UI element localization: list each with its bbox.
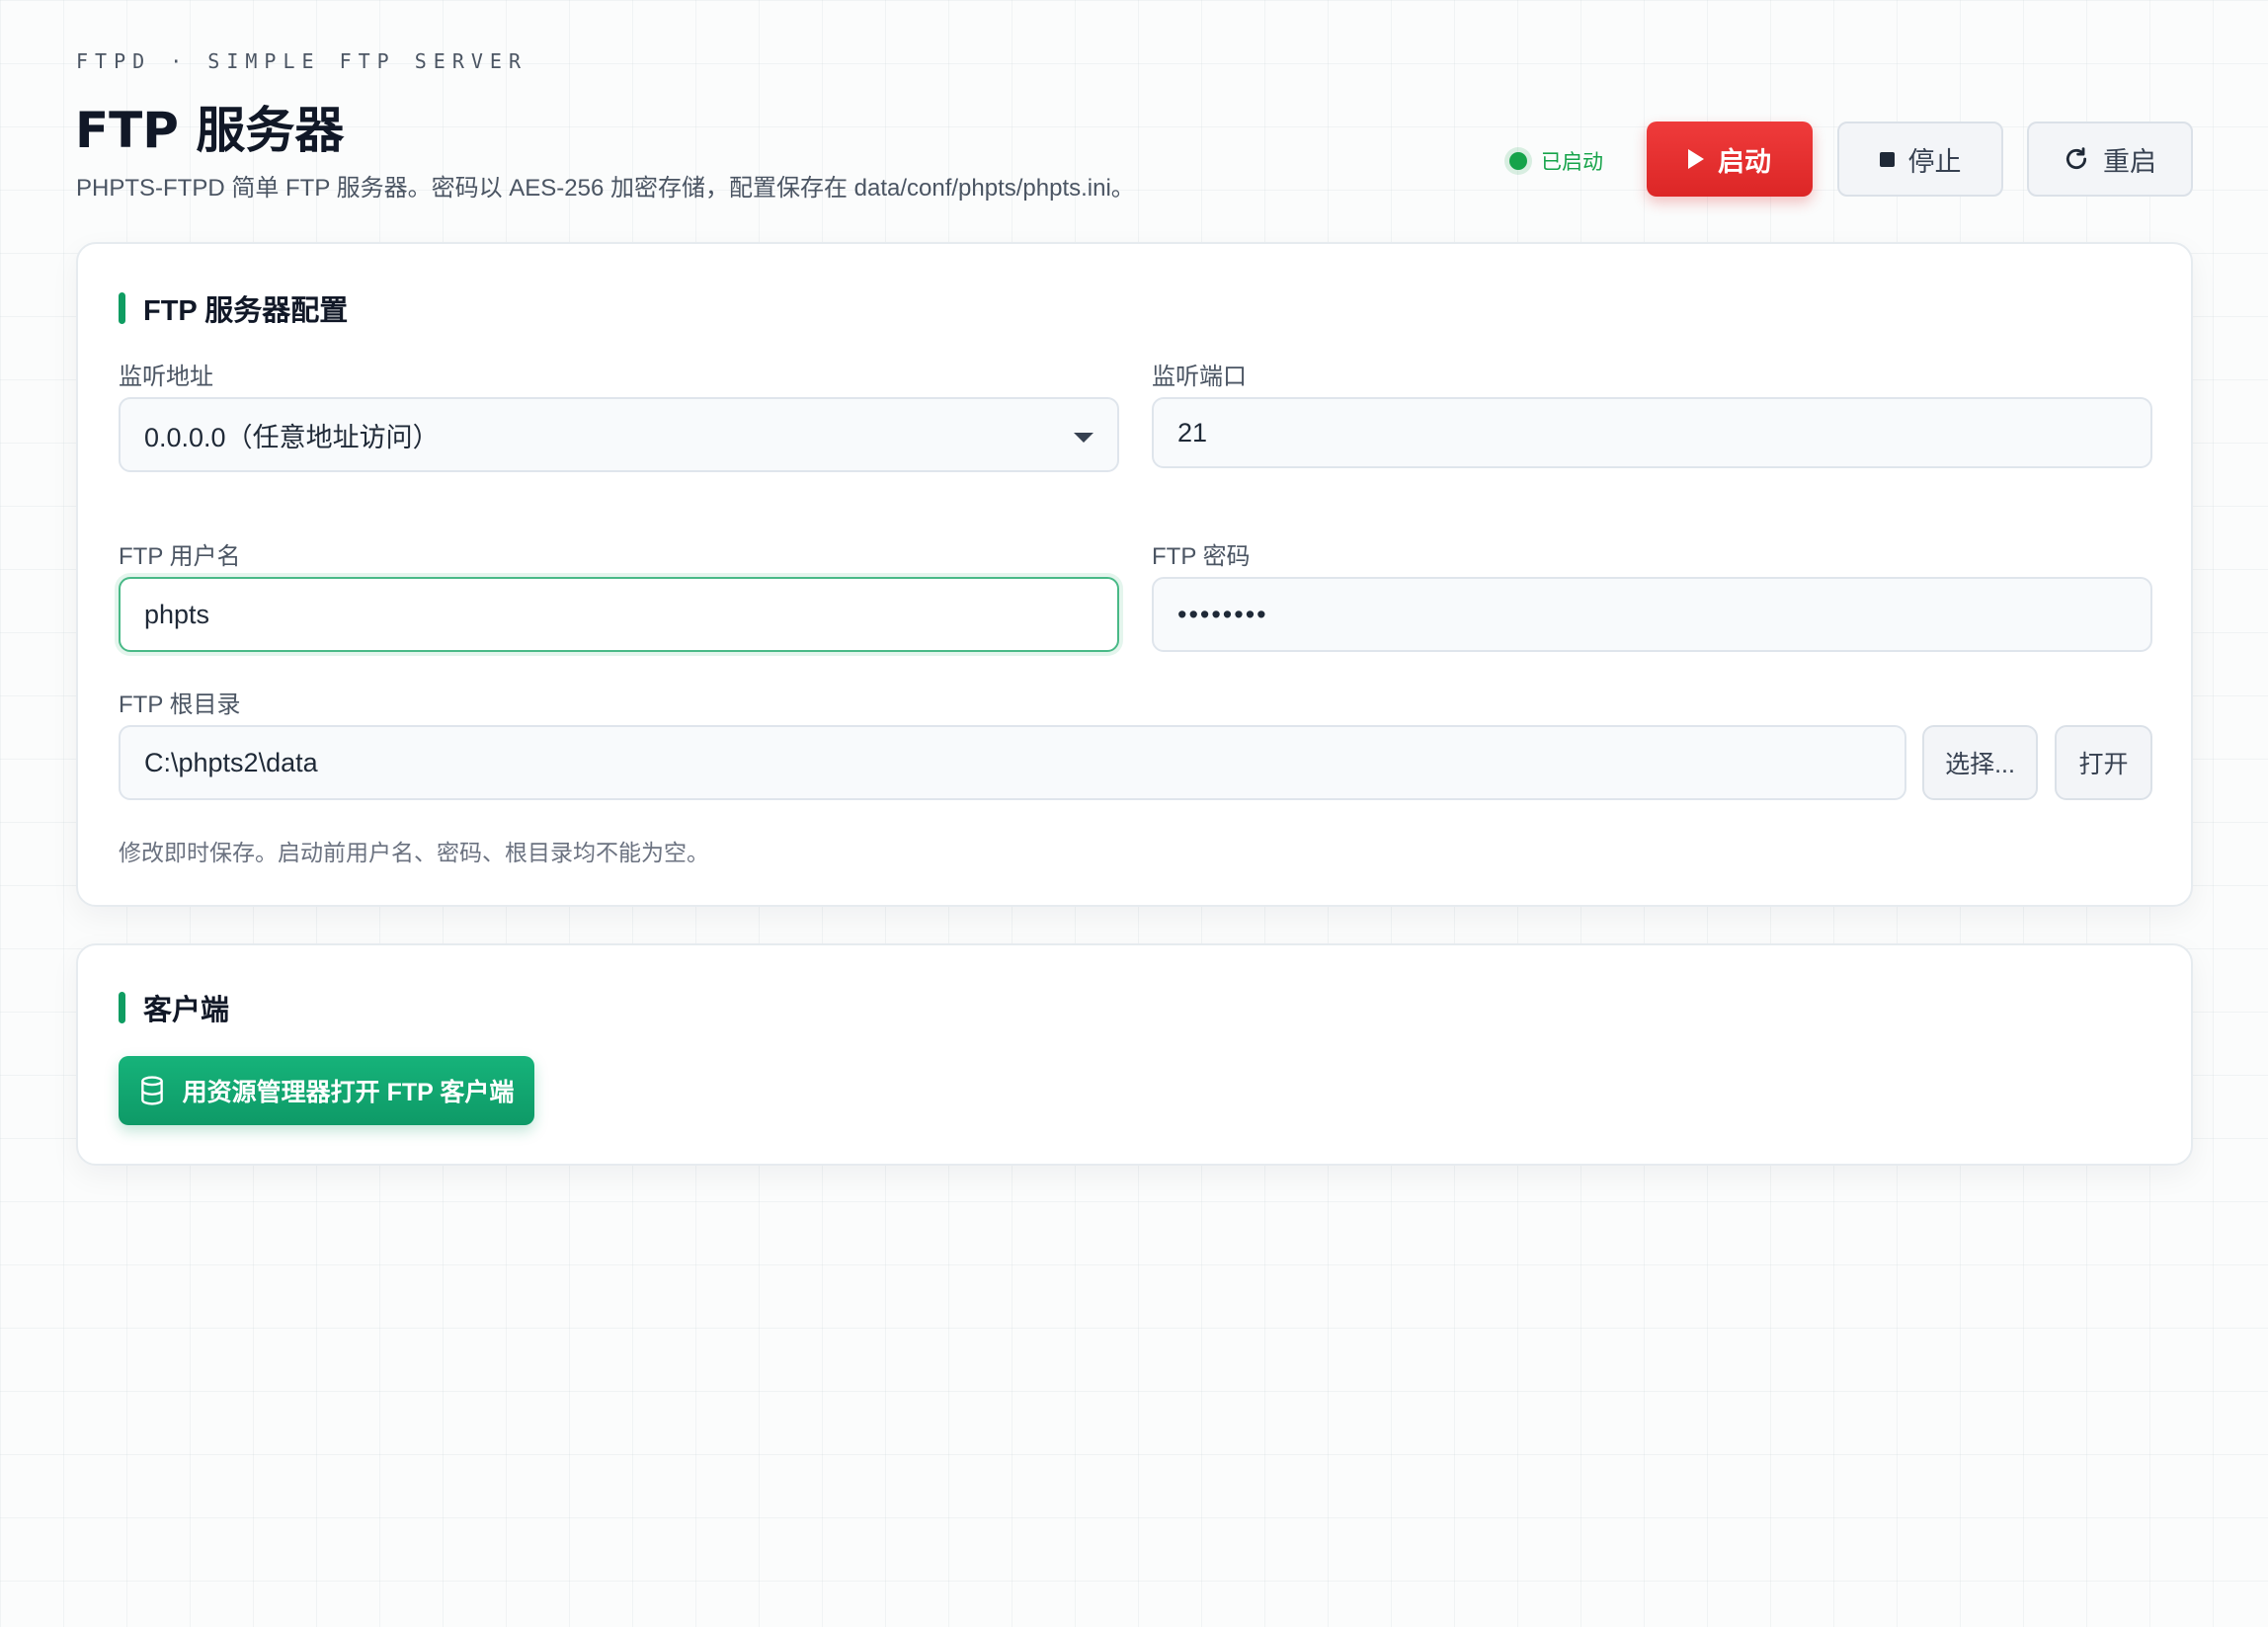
- root-dir-input[interactable]: C:\phpts2\data: [119, 725, 1906, 800]
- page-title: FTP 服务器: [75, 102, 345, 159]
- username-label: FTP 用户名: [119, 543, 241, 570]
- username-input[interactable]: phpts: [119, 577, 1119, 652]
- listen-port-input[interactable]: 21: [1152, 397, 2152, 468]
- listen-address-label: 监听地址: [119, 364, 213, 390]
- config-card-title-text: FTP 服务器配置: [143, 295, 349, 327]
- root-dir-value: C:\phpts2\data: [144, 747, 318, 777]
- stop-button[interactable]: 停止: [1837, 122, 2003, 197]
- listen-port-label: 监听端口: [1152, 364, 1247, 390]
- stop-button-label: 停止: [1907, 146, 1962, 177]
- start-button-label: 启动: [1718, 146, 1771, 177]
- config-card: FTP 服务器配置 监听地址 0.0.0.0（任意地址访问） 监听端口 21 F…: [76, 242, 2193, 907]
- database-icon: [140, 1076, 163, 1105]
- server-status: 已启动: [1509, 146, 1603, 176]
- status-dot-icon: [1509, 152, 1527, 170]
- password-input[interactable]: ••••••••: [1152, 577, 2152, 652]
- status-label: 已启动: [1541, 151, 1603, 174]
- username-value: phpts: [144, 599, 210, 629]
- listen-address-value: 0.0.0.0（任意地址访问）: [144, 422, 440, 452]
- play-icon: [1688, 149, 1704, 169]
- root-dir-label: FTP 根目录: [119, 691, 241, 718]
- client-card-title: 客户端: [119, 987, 229, 1028]
- client-card-title-text: 客户端: [143, 995, 230, 1026]
- choose-dir-button[interactable]: 选择...: [1922, 725, 2038, 800]
- open-ftp-client-button[interactable]: 用资源管理器打开 FTP 客户端: [119, 1056, 534, 1125]
- config-hint: 修改即时保存。启动前用户名、密码、根目录均不能为空。: [119, 840, 709, 865]
- chevron-down-icon: [1074, 433, 1094, 443]
- section-accent-bar: [119, 992, 125, 1023]
- start-button[interactable]: 启动: [1647, 122, 1813, 197]
- stop-icon: [1879, 151, 1895, 167]
- password-value: ••••••••: [1177, 599, 1268, 629]
- open-ftp-client-label: 用资源管理器打开 FTP 客户端: [182, 1079, 515, 1106]
- restart-button[interactable]: 重启: [2027, 122, 2193, 197]
- listen-address-select[interactable]: 0.0.0.0（任意地址访问）: [119, 397, 1119, 472]
- refresh-icon: [2066, 147, 2087, 170]
- section-accent-bar: [119, 292, 125, 324]
- client-card: 客户端 用资源管理器打开 FTP 客户端: [76, 943, 2193, 1166]
- page-subtitle: PHPTS-FTPD 简单 FTP 服务器。密码以 AES-256 加密存储，配…: [76, 175, 1135, 202]
- open-dir-button[interactable]: 打开: [2055, 725, 2152, 800]
- restart-button-label: 重启: [2103, 146, 2156, 177]
- password-label: FTP 密码: [1152, 543, 1251, 570]
- listen-port-value: 21: [1177, 417, 1208, 447]
- app-eyebrow: FTPD · SIMPLE FTP SERVER: [76, 49, 527, 73]
- config-card-title: FTP 服务器配置: [119, 287, 348, 329]
